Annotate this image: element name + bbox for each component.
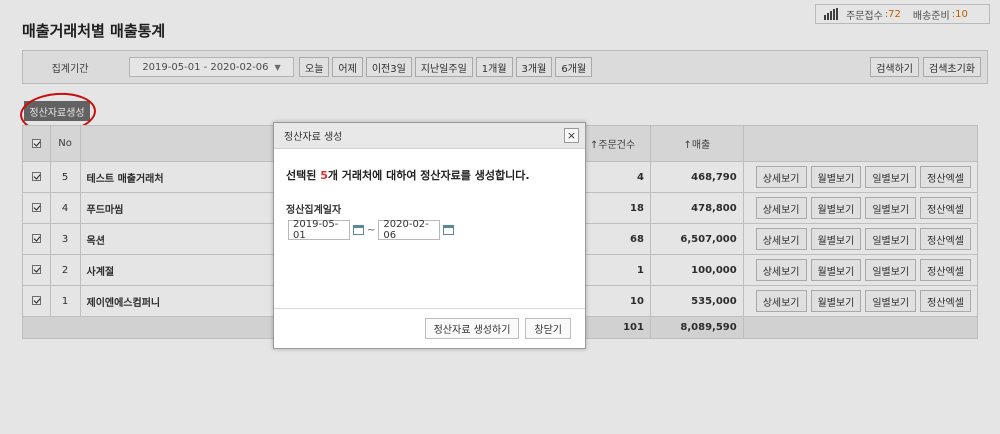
calendar-icon[interactable] (353, 225, 364, 235)
create-settlement-modal: 정산자료 생성 × 선택된 5개 거래처에 대하여 정산자료를 생성합니다. 정… (273, 122, 586, 349)
date-from-input[interactable]: 2019-05-01 (288, 219, 350, 241)
date-to-input[interactable]: 2020-02-06 (378, 219, 441, 241)
date-separator: ~ (367, 224, 376, 236)
close-icon[interactable]: × (564, 128, 579, 143)
modal-header: 정산자료 생성 × (274, 123, 585, 149)
settlement-date-label: 정산집계일자 (286, 205, 342, 216)
message-suffix: 개 거래처에 대하여 정산자료를 생성합니다. (327, 169, 530, 182)
message-count: 5 (320, 169, 328, 182)
calendar-icon[interactable] (443, 225, 455, 235)
settlement-date-range: 2019-05-01 ~ 2020-02-06 (288, 219, 455, 241)
message-prefix: 선택된 (286, 169, 321, 182)
modal-footer: 정산자료 생성하기 창닫기 (274, 308, 585, 348)
modal-message: 선택된 5개 거래처에 대하여 정산자료를 생성합니다. (286, 167, 530, 183)
modal-title: 정산자료 생성 (284, 132, 343, 143)
create-settlement-submit-button[interactable]: 정산자료 생성하기 (424, 318, 520, 339)
close-modal-button[interactable]: 창닫기 (525, 318, 571, 339)
